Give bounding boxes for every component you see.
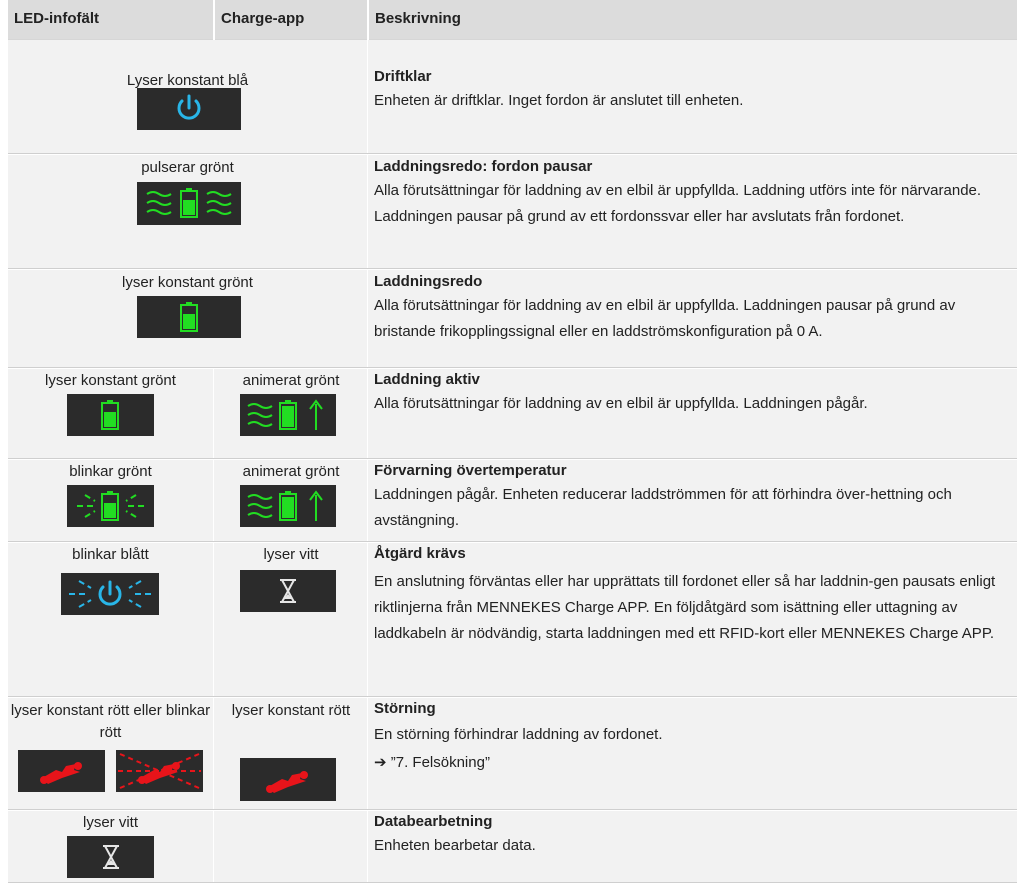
- battery-blink-icon: [67, 485, 154, 527]
- power-icon: [137, 88, 241, 130]
- table-row: pulserar grönt Laddningsredo: fordon pau…: [8, 155, 1017, 269]
- power-blink-icon: [61, 573, 159, 615]
- led-state-text: lyser konstant grönt: [45, 372, 176, 389]
- status-description: Enheten bearbetar data.: [374, 837, 536, 854]
- header-beskrivning: Beskrivning: [375, 10, 461, 27]
- table-row: lyser konstant grönt Laddningsredo Alla …: [8, 270, 1017, 368]
- led-state-text: blinkar blått: [72, 546, 149, 563]
- status-title: Driftklar: [374, 68, 432, 85]
- led-state-text: blinkar grönt: [69, 463, 152, 480]
- table-row: Lyser konstant blå Driftklar Enheten är …: [8, 40, 1017, 154]
- status-description: Laddningen pågår. Enheten reducerar ladd…: [374, 486, 952, 529]
- status-title: Laddningsredo: [374, 273, 483, 290]
- status-description: En anslutning förväntas eller har upprät…: [374, 573, 996, 642]
- table-row: lyser vitt Databearbetning Enheten bearb…: [8, 811, 1017, 883]
- hourglass-icon: [67, 836, 154, 878]
- wrench-icon: [240, 758, 336, 801]
- status-title: Laddning aktiv: [374, 371, 480, 388]
- wrench-icon: [18, 750, 105, 792]
- header-led-infofalt: LED-infofält: [14, 10, 99, 27]
- status-description: En störning förhindrar laddning av fordo…: [374, 726, 663, 743]
- battery-charging-icon: [240, 394, 336, 436]
- troubleshooting-link[interactable]: ➔ ”7. Felsökning”: [374, 750, 1002, 776]
- battery-icon: [137, 296, 241, 338]
- status-description: Alla förutsättningar för laddning av en …: [374, 395, 868, 412]
- app-state-text: lyser vitt: [263, 546, 319, 563]
- table-header: LED-infofält Charge-app Beskrivning: [8, 0, 1017, 40]
- led-state-text: lyser vitt: [82, 814, 138, 831]
- status-description: Enheten är driftklar. Inget fordon är an…: [374, 92, 744, 109]
- hourglass-icon: [240, 570, 336, 612]
- table-row: blinkar grönt animerat grönt Förvarning …: [8, 460, 1017, 542]
- led-state-text: lyser konstant grönt: [122, 274, 253, 291]
- status-title: Åtgärd krävs: [374, 545, 466, 562]
- led-status-table: LED-infofält Charge-app Beskrivning Lyse…: [8, 0, 1017, 883]
- led-state-text: lyser konstant rött eller blinkar rött: [10, 702, 211, 741]
- status-title: Förvarning övertemperatur: [374, 462, 567, 479]
- status-title: Störning: [374, 700, 436, 717]
- led-state-text: pulserar grönt: [141, 159, 234, 176]
- status-title: Laddningsredo: fordon pausar: [374, 158, 593, 175]
- battery-waves-icon: [137, 182, 241, 225]
- status-description: Alla förutsättningar för laddning av en …: [374, 182, 982, 225]
- battery-icon: [67, 394, 154, 436]
- app-state-text: animerat grönt: [242, 463, 340, 480]
- app-state-text: animerat grönt: [242, 372, 340, 389]
- table-row: lyser konstant rött eller blinkar rött l…: [8, 698, 1017, 810]
- status-description: Alla förutsättningar för laddning av en …: [374, 297, 956, 340]
- wrench-blink-icon: [116, 750, 203, 792]
- table-row: lyser konstant grönt animerat grönt Ladd…: [8, 369, 1017, 459]
- battery-charging-icon: [240, 485, 336, 527]
- header-charge-app: Charge-app: [221, 10, 305, 27]
- status-title: Databearbetning: [374, 813, 493, 830]
- app-state-text: lyser konstant rött: [231, 702, 351, 719]
- table-row: blinkar blått lyser vitt Åtgärd krävs En…: [8, 543, 1017, 697]
